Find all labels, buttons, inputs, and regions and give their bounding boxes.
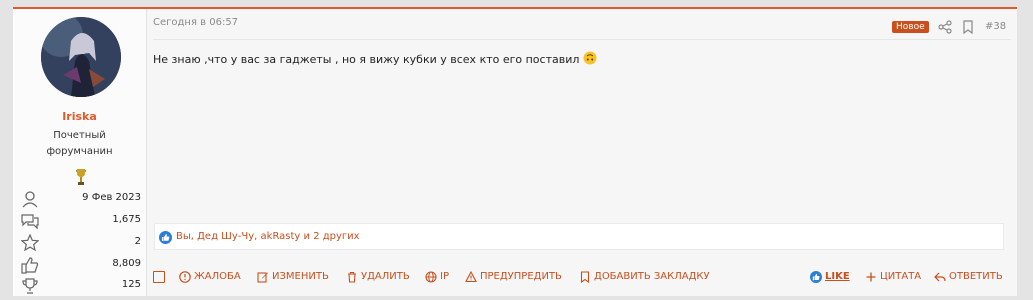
forum-post: Iriska Почетный форумчанин 9 Фев 2023 1,… — [13, 7, 1017, 296]
post-actions: ЖАЛОБА ИЗМЕНИТЬ УДАЛИТЬ IP ПРЕДУПРЕДИТЬ … — [147, 267, 1017, 287]
star-icon — [21, 234, 39, 252]
post-date[interactable]: Сегодня в 06:57 — [153, 17, 238, 28]
new-badge: Новое — [892, 21, 929, 33]
stat-messages: 1,675 — [21, 212, 141, 230]
delete-label: УДАЛИТЬ — [361, 271, 410, 282]
stat-likes: 8,809 — [21, 256, 141, 274]
upside-down-face-icon — [583, 51, 597, 65]
divider — [153, 39, 1011, 40]
user-info-panel: Iriska Почетный форумчанин 9 Фев 2023 1,… — [13, 9, 147, 296]
trash-icon — [348, 271, 356, 283]
plus-icon — [866, 272, 876, 282]
warn-label: ПРЕДУПРЕДИТЬ — [480, 271, 562, 282]
message-text: Не знаю ,что у вас за гаджеты , но я виж… — [153, 53, 580, 66]
globe-icon — [425, 271, 437, 283]
thumbs-up-icon — [21, 257, 39, 274]
stat-value: 2 — [134, 236, 141, 247]
stat-points: 2 — [21, 234, 141, 252]
post-message: Не знаю ,что у вас за гаджеты , но я виж… — [153, 51, 597, 66]
reply-label: ОТВЕТИТЬ — [949, 271, 1003, 282]
trophy-award-icon — [76, 169, 86, 185]
user-title: Почетный форумчанин — [13, 128, 146, 160]
post-number[interactable]: #38 — [985, 21, 1006, 32]
stat-value: 125 — [121, 279, 141, 290]
user-title-line1: Почетный — [53, 130, 106, 141]
edit-icon — [257, 272, 268, 283]
like-label: LIKE — [825, 271, 850, 282]
bookmark-icon[interactable] — [962, 20, 974, 34]
ip-label: IP — [440, 271, 449, 282]
quote-label: ЦИТАТА — [880, 271, 922, 282]
stat-value: 8,809 — [112, 258, 141, 269]
alert-circle-icon — [179, 271, 191, 283]
user-title-line2: форумчанин — [46, 146, 113, 157]
messages-icon — [21, 214, 39, 230]
stat-joined: 9 Фев 2023 — [21, 190, 141, 208]
bookmark-icon — [580, 271, 590, 283]
select-checkbox[interactable] — [153, 271, 165, 283]
bookmark-label: ДОБАВИТЬ ЗАКЛАДКУ — [594, 271, 710, 282]
stat-trophies: 125 — [21, 277, 141, 295]
warning-icon — [465, 271, 477, 283]
like-reaction-icon — [159, 231, 172, 244]
reply-icon — [934, 272, 946, 282]
edit-label: ИЗМЕНИТЬ — [272, 271, 329, 282]
post-main: Сегодня в 06:57 Новое #38 Не знаю ,что у… — [147, 9, 1017, 296]
trophy-icon — [22, 278, 38, 294]
avatar[interactable] — [41, 17, 121, 97]
username[interactable]: Iriska — [13, 110, 146, 123]
like-icon — [810, 271, 822, 283]
report-label: ЖАЛОБА — [194, 271, 241, 282]
stat-value: 9 Фев 2023 — [82, 192, 141, 203]
share-icon[interactable] — [938, 20, 952, 34]
reactions-text[interactable]: Вы, Дед Шу-Чу, akRasty и 2 других — [176, 231, 360, 242]
stat-value: 1,675 — [112, 214, 141, 225]
user-icon — [22, 191, 38, 208]
reactions-bar[interactable]: Вы, Дед Шу-Чу, akRasty и 2 других — [154, 223, 1004, 250]
